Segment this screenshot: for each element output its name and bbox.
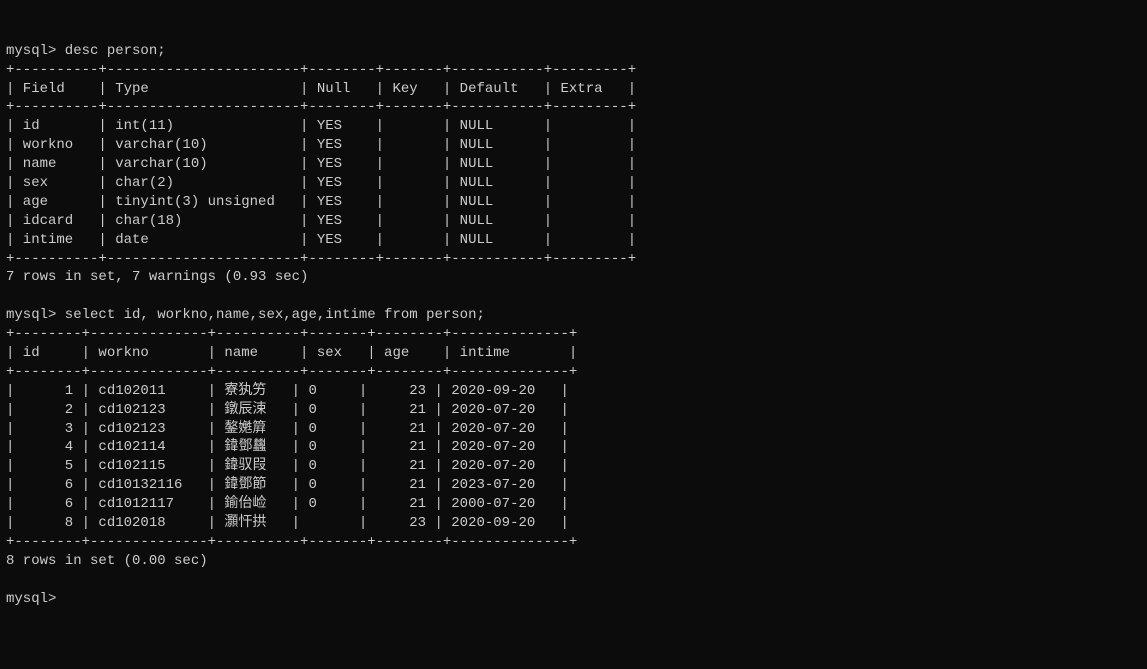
mysql-terminal[interactable]: mysql> desc person; +----------+--------… <box>6 42 1141 609</box>
